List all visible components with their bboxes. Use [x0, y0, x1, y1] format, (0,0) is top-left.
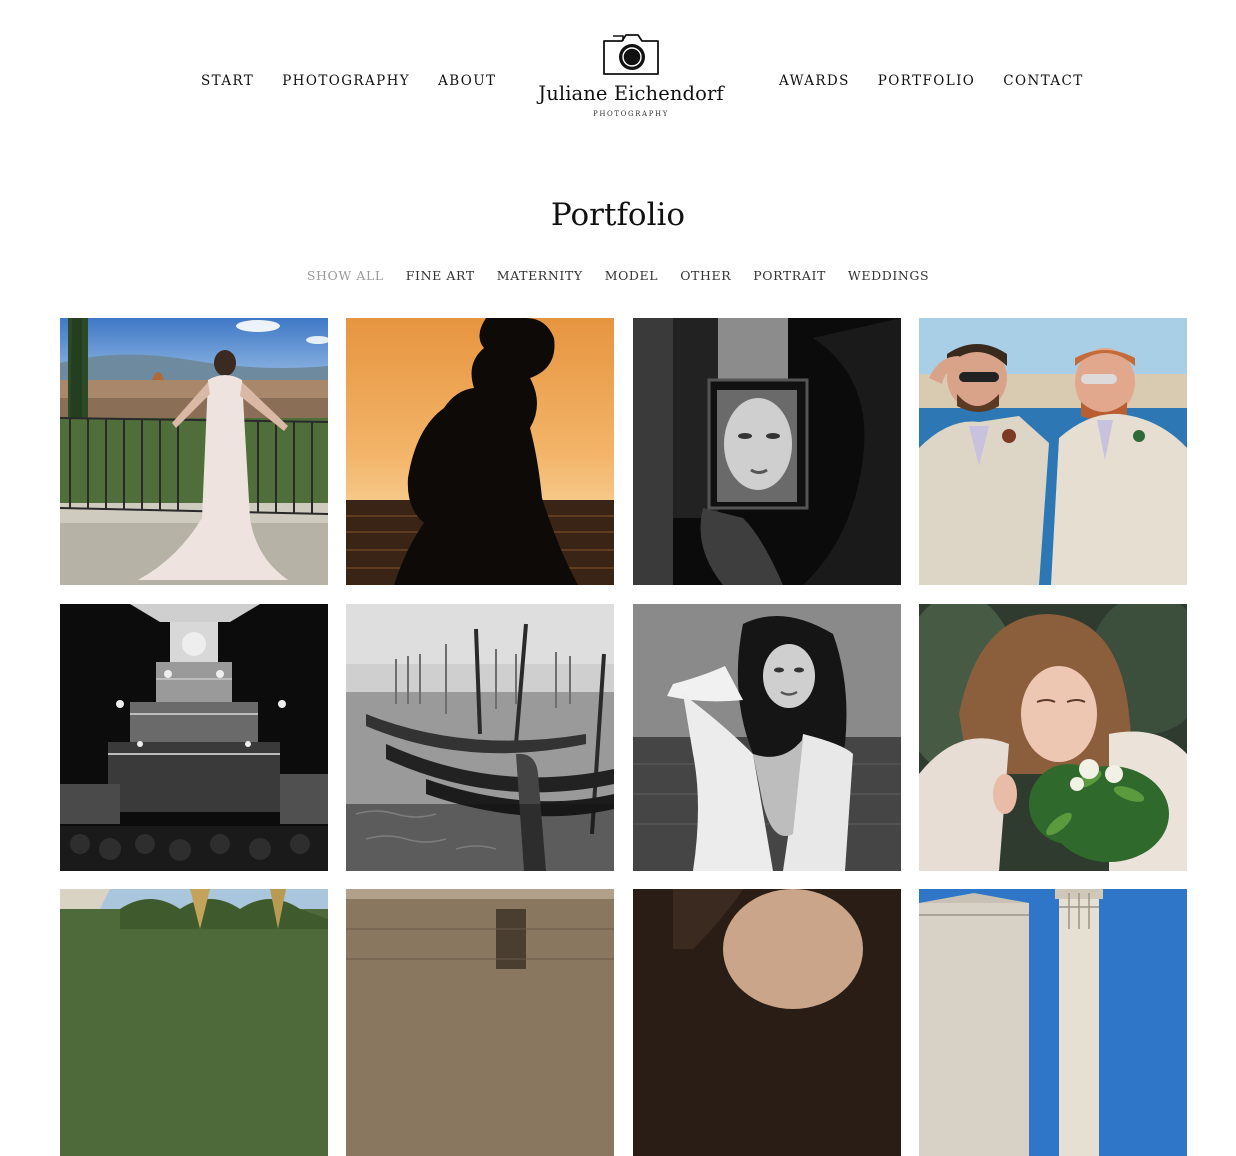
- filter-show-all[interactable]: SHOW ALL: [307, 268, 384, 283]
- nav-awards-link[interactable]: AWARDS: [779, 73, 850, 89]
- photo-groom-couple-seaside[interactable]: [919, 318, 1187, 585]
- nav-contact-link[interactable]: CONTACT: [1003, 73, 1083, 89]
- logo-name: Juliane Eichendorf: [538, 82, 724, 105]
- nav-about-link[interactable]: ABOUT: [438, 73, 496, 89]
- photo-model-beach-white-shirt[interactable]: [633, 604, 901, 871]
- filter-portrait[interactable]: PORTRAIT: [753, 268, 826, 283]
- photo-bride-bouquet-fur[interactable]: [919, 604, 1187, 871]
- filter-other[interactable]: OTHER: [680, 268, 731, 283]
- nav-right: AWARDS PORTFOLIO CONTACT: [779, 73, 1084, 89]
- filter-weddings[interactable]: WEDDINGS: [848, 268, 929, 283]
- camera-icon: [603, 34, 659, 75]
- photo-portrait-mirror-reflection[interactable]: [633, 318, 901, 585]
- nav-start-link[interactable]: START: [201, 73, 254, 89]
- photo-venice-gondolas-fog[interactable]: [346, 604, 614, 871]
- page-title: Portfolio: [550, 197, 686, 233]
- site-header: START PHOTOGRAPHY ABOUT Juliane Eichendo…: [0, 0, 1236, 150]
- photo-dark-portrait-skin[interactable]: [633, 889, 901, 1156]
- portfolio-filter-bar: SHOW ALL FINE ART MATERNITY MODEL OTHER …: [0, 268, 1236, 283]
- filter-model[interactable]: MODEL: [605, 268, 659, 283]
- photo-bride-florence-terrace[interactable]: [60, 318, 328, 585]
- logo-tagline: PHOTOGRAPHY: [593, 110, 669, 118]
- site-logo[interactable]: Juliane Eichendorf PHOTOGRAPHY: [531, 30, 731, 118]
- photo-stone-building-wall[interactable]: [346, 889, 614, 1156]
- filter-maternity[interactable]: MATERNITY: [497, 268, 583, 283]
- photo-christmas-pyramid-night[interactable]: [60, 604, 328, 871]
- filter-fine-art[interactable]: FINE ART: [406, 268, 475, 283]
- photo-pisa-tower-sky[interactable]: [919, 889, 1187, 1156]
- nav-left: START PHOTOGRAPHY ABOUT: [201, 73, 496, 89]
- nav-portfolio-link[interactable]: PORTFOLIO: [878, 73, 975, 89]
- photo-maternity-silhouette-sunset[interactable]: [346, 318, 614, 585]
- nav-photography-link[interactable]: PHOTOGRAPHY: [282, 73, 410, 89]
- photo-palm-trees-sky[interactable]: [60, 889, 328, 1156]
